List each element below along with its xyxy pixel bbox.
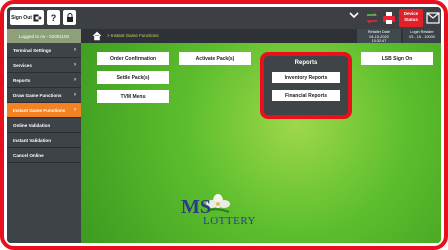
- breadcrumb: > Instant Game Functions: [107, 33, 159, 38]
- mail-icon[interactable]: [426, 11, 440, 25]
- sign-out-icon: [33, 14, 42, 21]
- device-status-label: Device Status: [403, 11, 419, 22]
- device-status-button[interactable]: Device Status: [399, 9, 423, 27]
- help-label: ?: [50, 12, 57, 23]
- order-confirmation-label: Order Confirmation: [109, 55, 157, 62]
- chevron-right-icon: ›: [74, 107, 76, 113]
- sidebar-item-label: Terminal Settings: [13, 47, 52, 53]
- sidebar-item-label: Services: [13, 62, 32, 68]
- info2-line-2: 03 - 15 - 10000: [409, 34, 435, 39]
- lsb-sign-on-label: LSB Sign On: [381, 55, 413, 62]
- settle-packs-button[interactable]: Settle Pack(s): [97, 71, 169, 84]
- sort-arrows-icon[interactable]: [365, 11, 379, 25]
- sign-out-button[interactable]: Sign Out: [10, 10, 44, 25]
- sidebar-item-label: Draw Game Functions: [13, 92, 62, 98]
- home-icon[interactable]: [92, 31, 102, 41]
- chevron-right-icon: ›: [74, 92, 76, 98]
- logged-in-label: Logged In As - 52001100: [7, 29, 81, 43]
- financial-reports-label: Financial Reports: [285, 92, 327, 99]
- chevron-down-icon[interactable]: [348, 10, 362, 24]
- sidebar-item-label: Online Validation: [13, 122, 51, 128]
- reports-menu: Reports Inventory Reports Financial Repo…: [260, 52, 352, 119]
- lock-button[interactable]: [63, 10, 76, 25]
- sidebar-item-instant-game-functions[interactable]: Instant Game Functions ›: [7, 103, 81, 118]
- sidebar: Terminal Settings › Services › Reports › Dr…: [7, 43, 81, 243]
- sidebar-item-label: Reports: [13, 77, 31, 83]
- financial-reports-button[interactable]: Financial Reports: [272, 90, 340, 101]
- sidebar-item-instant-validation[interactable]: Instant Validation: [7, 133, 81, 148]
- sidebar-item-label: Instant Game Functions: [13, 107, 66, 113]
- sidebar-item-services[interactable]: Services ›: [7, 58, 81, 73]
- printer-icon[interactable]: [382, 11, 396, 25]
- sidebar-item-label: Instant Validation: [13, 137, 52, 143]
- main-panel: Order Confirmation Activate Pack(s) LSB …: [81, 43, 441, 243]
- sidebar-item-online-validation[interactable]: Online Validation: [7, 118, 81, 133]
- settle-packs-label: Settle Pack(s): [116, 74, 150, 81]
- sidebar-item-terminal-settings[interactable]: Terminal Settings ›: [7, 43, 81, 58]
- help-button[interactable]: ?: [47, 10, 60, 25]
- chevron-right-icon: ›: [74, 47, 76, 53]
- lsb-sign-on-button[interactable]: LSB Sign On: [361, 52, 433, 65]
- top-bar: Sign Out ? Device Status: [7, 7, 441, 29]
- chevron-right-icon: ›: [74, 62, 76, 68]
- screenshot-frame: Sign Out ? Device Status Logged In As - …: [0, 0, 448, 250]
- lock-icon: [66, 13, 73, 22]
- activate-packs-button[interactable]: Activate Pack(s): [179, 52, 251, 65]
- reports-title: Reports: [294, 60, 318, 66]
- sidebar-item-label: Cancel Online: [13, 152, 44, 158]
- order-confirmation-button[interactable]: Order Confirmation: [97, 52, 169, 65]
- activate-packs-label: Activate Pack(s): [195, 55, 235, 62]
- sidebar-item-cancel-online[interactable]: Cancel Online: [7, 148, 81, 163]
- tvm-menu-button[interactable]: TVM Menu: [97, 90, 169, 103]
- tvm-menu-label: TVM Menu: [120, 93, 146, 100]
- retailer-date-box: Retailer Date 04-15-2020 10:32:47: [357, 29, 401, 43]
- inventory-reports-button[interactable]: Inventory Reports: [272, 72, 340, 83]
- retailer-info-box: Login Retailer 03 - 15 - 10000: [403, 29, 441, 43]
- breadcrumb-label: Instant Game Functions: [110, 33, 159, 38]
- ms-lottery-logo: MS LOTTERY: [181, 193, 271, 241]
- status-bar: Logged In As - 52001100 > Instant Game F…: [7, 29, 441, 43]
- inventory-reports-label: Inventory Reports: [284, 74, 328, 81]
- chevron-right-icon: ›: [74, 77, 76, 83]
- sign-out-label: Sign Out: [11, 14, 32, 21]
- sidebar-item-draw-game-functions[interactable]: Draw Game Functions ›: [7, 88, 81, 103]
- logo-lottery-text: LOTTERY: [203, 215, 256, 227]
- sidebar-item-reports[interactable]: Reports ›: [7, 73, 81, 88]
- terminal-screen: Sign Out ? Device Status Logged In As - …: [7, 7, 441, 243]
